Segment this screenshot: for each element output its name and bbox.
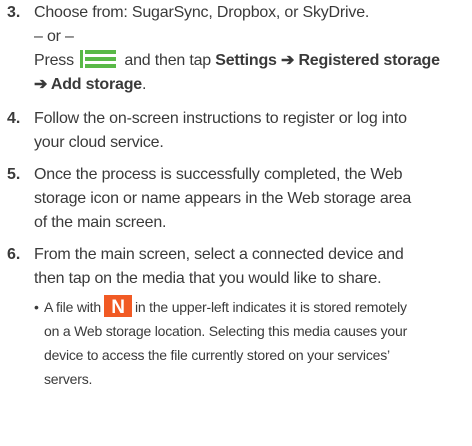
bullet-line: A file with Nin the upper-left indicates … [44,295,470,319]
step-text: Once the process is successfully complet… [34,163,470,235]
step-text: Follow the on-screen instructions to reg… [34,107,470,155]
manual-page: 3. Choose from: SugarSync, Dropbox, or S… [0,0,472,446]
bullet-pre: A file with [44,299,101,315]
step-number: 4. [7,110,21,127]
step-line: your cloud service. [34,134,164,151]
press-line: Press and then tap Settings ➔ Registered… [34,49,470,73]
step-line: then tap on the media that you would lik… [34,270,382,287]
step-line: Choose from: SugarSync, Dropbox, or SkyD… [34,4,370,21]
step-line: From the main screen, select a connected… [34,246,404,263]
step-number: 3. [7,4,21,21]
bullet-post: in the upper-left indicates it is stored… [134,299,407,315]
add-storage-path: ➔ Add storage [34,76,143,93]
bullet-text: A file with Nin the upper-left indicates … [44,295,470,391]
bullet-marker: • [34,299,39,315]
svg-text:N: N [111,297,125,317]
step-line: of the main screen. [34,214,167,231]
bullet-line: servers. [44,371,93,387]
web-storage-n-icon: N [103,295,132,317]
press-mid: and then tap [124,52,211,69]
settings-path: Settings ➔ Registered storage [215,52,440,69]
step-line: Follow the on-screen instructions to reg… [34,110,407,127]
step-number: 6. [7,246,21,263]
step-number: 5. [7,166,21,183]
step-line: storage icon or name appears in the Web … [34,190,412,207]
or-separator: – or – [34,28,74,45]
step-line: Once the process is successfully complet… [34,166,403,183]
path-period: . [142,76,147,93]
bullet-line: device to access the file currently stor… [44,347,390,363]
step-text: From the main screen, select a connected… [34,243,470,291]
press-label: Press [34,52,74,69]
path-line: ➔ Add storage. [34,73,470,97]
step-text: Choose from: SugarSync, Dropbox, or SkyD… [34,1,470,97]
menu-key-icon [80,50,117,68]
bullet-line: on a Web storage location. Selecting thi… [44,323,408,339]
